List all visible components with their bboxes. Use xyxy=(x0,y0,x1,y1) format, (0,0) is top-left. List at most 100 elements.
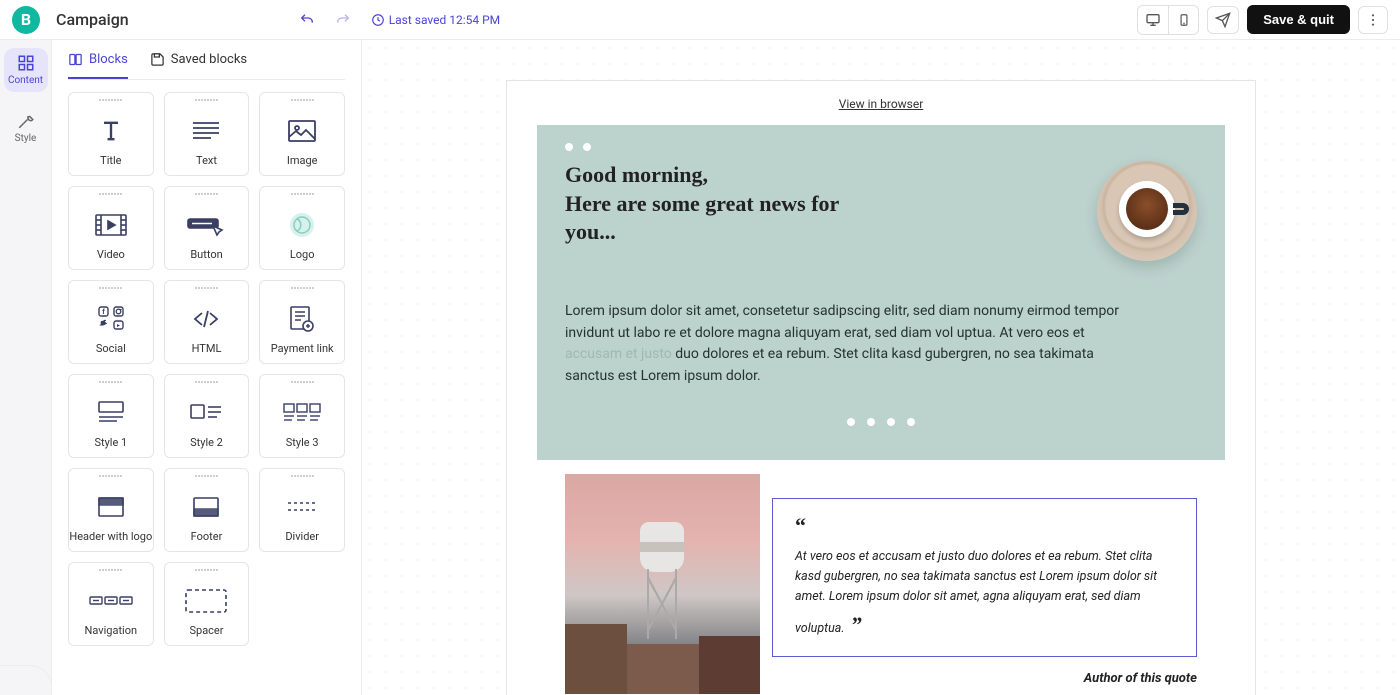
tab-blocks[interactable]: Blocks xyxy=(68,52,128,79)
tile-label: Text xyxy=(196,154,217,175)
grip-icon xyxy=(99,569,122,571)
block-tile-title[interactable]: Title xyxy=(68,92,154,176)
rail-item-style[interactable]: Style xyxy=(4,106,48,150)
title-icon xyxy=(97,107,125,154)
rail-label: Content xyxy=(8,75,43,86)
video-icon xyxy=(94,201,128,248)
tile-label: Style 2 xyxy=(190,436,223,457)
tile-label: Logo xyxy=(290,248,315,269)
tab-saved-blocks[interactable]: Saved blocks xyxy=(150,52,247,79)
block-tile-video[interactable]: Video xyxy=(68,186,154,270)
block-tile-navigation[interactable]: Navigation xyxy=(68,562,154,646)
tile-label: Style 1 xyxy=(94,436,127,457)
tab-label: Saved blocks xyxy=(171,52,247,67)
social-icon: f xyxy=(95,295,127,342)
canvas[interactable]: View in browser Good morning, Here are s… xyxy=(362,40,1400,695)
svg-text:f: f xyxy=(102,308,105,316)
send-test-button[interactable] xyxy=(1207,6,1239,34)
grip-icon xyxy=(99,287,122,289)
block-tile-style1[interactable]: Style 1 xyxy=(68,374,154,458)
view-in-browser-link[interactable]: View in browser xyxy=(537,97,1225,111)
redo-button[interactable] xyxy=(329,6,357,34)
block-tile-text[interactable]: Text xyxy=(164,92,250,176)
footer-icon xyxy=(191,483,221,530)
divider-icon xyxy=(286,483,318,530)
block-tile-style3[interactable]: Style 3 xyxy=(259,374,345,458)
tile-label: Title xyxy=(100,154,121,175)
tile-label: HTML xyxy=(192,342,222,363)
close-quote-icon: ” xyxy=(851,612,862,637)
grip-icon xyxy=(195,99,218,101)
more-menu-button[interactable] xyxy=(1358,6,1388,34)
redo-icon xyxy=(335,12,351,28)
block-tile-payment[interactable]: Payment link xyxy=(259,280,345,364)
block-tile-social[interactable]: f Social xyxy=(68,280,154,364)
style1-icon xyxy=(95,389,127,436)
spacer-icon xyxy=(183,577,229,624)
quote-section[interactable]: “ At vero eos et accusam et justo duo do… xyxy=(537,460,1225,694)
top-bar: B Campaign Last saved 12:54 PM Save & qu… xyxy=(0,0,1400,40)
tab-label: Blocks xyxy=(89,52,128,67)
rail-rounded-corner xyxy=(0,665,52,695)
undo-icon xyxy=(299,12,315,28)
columns-icon xyxy=(68,52,83,67)
tile-label: Header with logo xyxy=(69,530,152,551)
grip-icon xyxy=(291,193,314,195)
block-tile-image[interactable]: Image xyxy=(259,92,345,176)
grip-icon xyxy=(291,287,314,289)
tile-label: Style 3 xyxy=(286,436,319,457)
grip-icon xyxy=(195,569,218,571)
button-icon xyxy=(186,201,226,248)
text-icon xyxy=(191,107,221,154)
side-rail: Content Style xyxy=(0,40,52,695)
quote-author[interactable]: Author of this quote xyxy=(760,671,1197,686)
quote-text[interactable]: At vero eos et accusam et justo duo dolo… xyxy=(795,547,1174,642)
quote-image[interactable] xyxy=(565,474,760,694)
brand-logo[interactable]: B xyxy=(12,6,40,34)
desktop-view-button[interactable] xyxy=(1138,6,1168,34)
block-tile-style2[interactable]: Style 2 xyxy=(164,374,250,458)
tabs-divider xyxy=(68,79,345,80)
grip-icon xyxy=(195,193,218,195)
hero-body-text[interactable]: Lorem ipsum dolor sit amet, consetetur s… xyxy=(565,301,1145,388)
block-tile-html[interactable]: HTML xyxy=(164,280,250,364)
undo-button[interactable] xyxy=(293,6,321,34)
rail-label: Style xyxy=(15,133,37,144)
image-icon xyxy=(287,107,317,154)
block-tile-headerlogo[interactable]: Header with logo xyxy=(68,468,154,552)
left-panel: Blocks Saved blocks Title Text Image Video B… xyxy=(52,40,362,695)
last-saved-label: Last saved 12:54 PM xyxy=(371,13,500,27)
email-container[interactable]: View in browser Good morning, Here are s… xyxy=(506,80,1256,695)
mobile-view-button[interactable] xyxy=(1168,6,1198,34)
tile-label: Spacer xyxy=(189,624,223,645)
rail-item-content[interactable]: Content xyxy=(4,48,48,92)
style2-icon xyxy=(189,389,223,436)
clock-icon xyxy=(371,13,385,27)
grip-icon xyxy=(291,381,314,383)
mobile-icon xyxy=(1177,13,1191,27)
more-vertical-icon xyxy=(1365,12,1381,28)
block-tile-footer[interactable]: Footer xyxy=(164,468,250,552)
logo-icon xyxy=(287,201,317,248)
hero-title[interactable]: Good morning, Here are some great news f… xyxy=(565,161,865,247)
save-quit-button[interactable]: Save & quit xyxy=(1247,5,1350,34)
grip-icon xyxy=(99,99,122,101)
open-quote-icon: “ xyxy=(795,513,806,538)
block-tile-spacer[interactable]: Spacer xyxy=(164,562,250,646)
block-tile-divider[interactable]: Divider xyxy=(259,468,345,552)
quote-box[interactable]: “ At vero eos et accusam et justo duo do… xyxy=(772,498,1197,657)
tile-label: Payment link xyxy=(271,342,334,363)
grip-icon xyxy=(99,193,122,195)
grip-icon xyxy=(99,381,122,383)
block-tile-logo[interactable]: Logo xyxy=(259,186,345,270)
panel-tabs: Blocks Saved blocks xyxy=(52,40,361,79)
hero-section[interactable]: Good morning, Here are some great news f… xyxy=(537,125,1225,460)
block-tile-button[interactable]: Button xyxy=(164,186,250,270)
grid-icon xyxy=(17,54,35,72)
tile-label: Social xyxy=(96,342,126,363)
coffee-image[interactable] xyxy=(1097,161,1197,261)
tools-icon xyxy=(17,112,35,130)
viewport-switch xyxy=(1137,5,1199,35)
headerlogo-icon xyxy=(96,483,126,530)
tile-label: Video xyxy=(97,248,125,269)
